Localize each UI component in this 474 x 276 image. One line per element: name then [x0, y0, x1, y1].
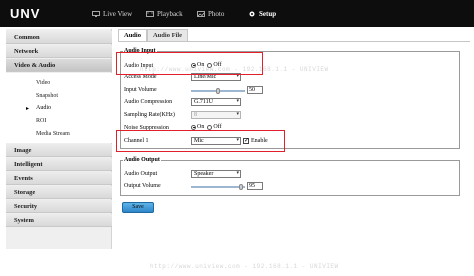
sidebar-item-video[interactable]: Video: [36, 80, 50, 86]
audio-output-group: [120, 160, 460, 196]
settings-sidebar: Common Network Video & Audio Video Snaps…: [6, 29, 112, 249]
audio-compression-label: Audio Compression: [124, 99, 173, 105]
gear-icon: [248, 11, 256, 17]
sidebar-category-video-audio[interactable]: Video & Audio: [6, 59, 112, 72]
nav-playback-label: Playback: [157, 10, 183, 18]
audio-compression-select[interactable]: G.711U ▾: [191, 98, 241, 106]
sidebar-category-network[interactable]: Network: [6, 45, 112, 58]
output-volume-slider[interactable]: [191, 184, 245, 190]
input-volume-field[interactable]: 50: [247, 86, 263, 94]
sampling-rate-select[interactable]: 8 ▾: [191, 111, 241, 119]
audio-output-value: Speaker: [194, 171, 214, 177]
audio-output-label: Audio Output: [124, 171, 158, 177]
sidebar-item-roi[interactable]: ROI: [36, 118, 46, 124]
nav-setup[interactable]: Setup: [248, 9, 276, 19]
top-navigation-bar: UNV Live View Playback Photo Setup: [0, 0, 474, 27]
output-volume-slider-thumb[interactable]: [238, 184, 243, 190]
sidebar-item-media-stream[interactable]: Media Stream: [36, 131, 70, 137]
sidebar-category-security[interactable]: Security: [6, 200, 112, 213]
audio-compression-value: G.711U: [194, 99, 213, 105]
chevron-down-icon: ▾: [236, 112, 239, 117]
sidebar-category-events[interactable]: Events: [6, 172, 112, 185]
sidebar-category-common[interactable]: Common: [6, 31, 112, 44]
chevron-down-icon: ▾: [236, 99, 239, 104]
input-volume-slider-thumb[interactable]: [216, 88, 220, 94]
sidebar-category-system[interactable]: System: [6, 214, 112, 227]
nav-live-view[interactable]: Live View: [92, 9, 132, 19]
nav-setup-label: Setup: [259, 10, 277, 18]
sidebar-item-snapshot[interactable]: Snapshot: [36, 93, 58, 99]
film-icon: [146, 11, 154, 17]
save-button[interactable]: Save: [122, 202, 154, 213]
active-bullet-icon: ▸: [26, 106, 30, 112]
nav-live-view-label: Live View: [103, 10, 133, 18]
monitor-icon: [92, 11, 100, 17]
tab-audio[interactable]: Audio: [118, 29, 147, 41]
watermark-text-bottom: http://www.uniview.com - 192.168.1.1 - U…: [150, 263, 339, 270]
photo-icon: [197, 11, 205, 17]
noise-suppression-on-radio[interactable]: [191, 124, 196, 130]
sampling-rate-value: 8: [194, 112, 197, 118]
output-volume-field[interactable]: 95: [247, 182, 263, 190]
chevron-down-icon: ▾: [236, 171, 239, 176]
output-volume-label: Output Volume: [124, 183, 161, 189]
input-volume-slider[interactable]: [191, 88, 245, 94]
noise-suppression-off-radio[interactable]: [207, 124, 213, 130]
unv-logo: UNV: [10, 6, 41, 21]
audio-output-title: Audio Output: [123, 157, 161, 163]
sidebar-category-image[interactable]: Image: [6, 144, 112, 157]
input-volume-label: Input Volume: [124, 87, 157, 93]
nav-photo[interactable]: Photo: [197, 9, 224, 19]
highlight-box-channel: [116, 130, 285, 152]
sidebar-item-audio[interactable]: Audio: [36, 105, 51, 111]
sidebar-category-storage[interactable]: Storage: [6, 186, 112, 199]
tab-audio-file[interactable]: Audio File: [146, 29, 189, 41]
watermark-text: http://www.uniview.com - 192.168.1.1 - U…: [140, 66, 329, 73]
nav-playback[interactable]: Playback: [146, 9, 183, 19]
tab-bar: Audio Audio File: [118, 29, 189, 41]
nav-photo-label: Photo: [208, 10, 225, 18]
sidebar-submenu: Video Snapshot ▸ Audio ROI Media Stream: [6, 73, 112, 143]
sampling-rate-label: Sampling Rate(KHz): [124, 112, 175, 118]
audio-output-select[interactable]: Speaker ▾: [191, 170, 241, 178]
sidebar-category-intelligent[interactable]: Intelligent: [6, 158, 112, 171]
